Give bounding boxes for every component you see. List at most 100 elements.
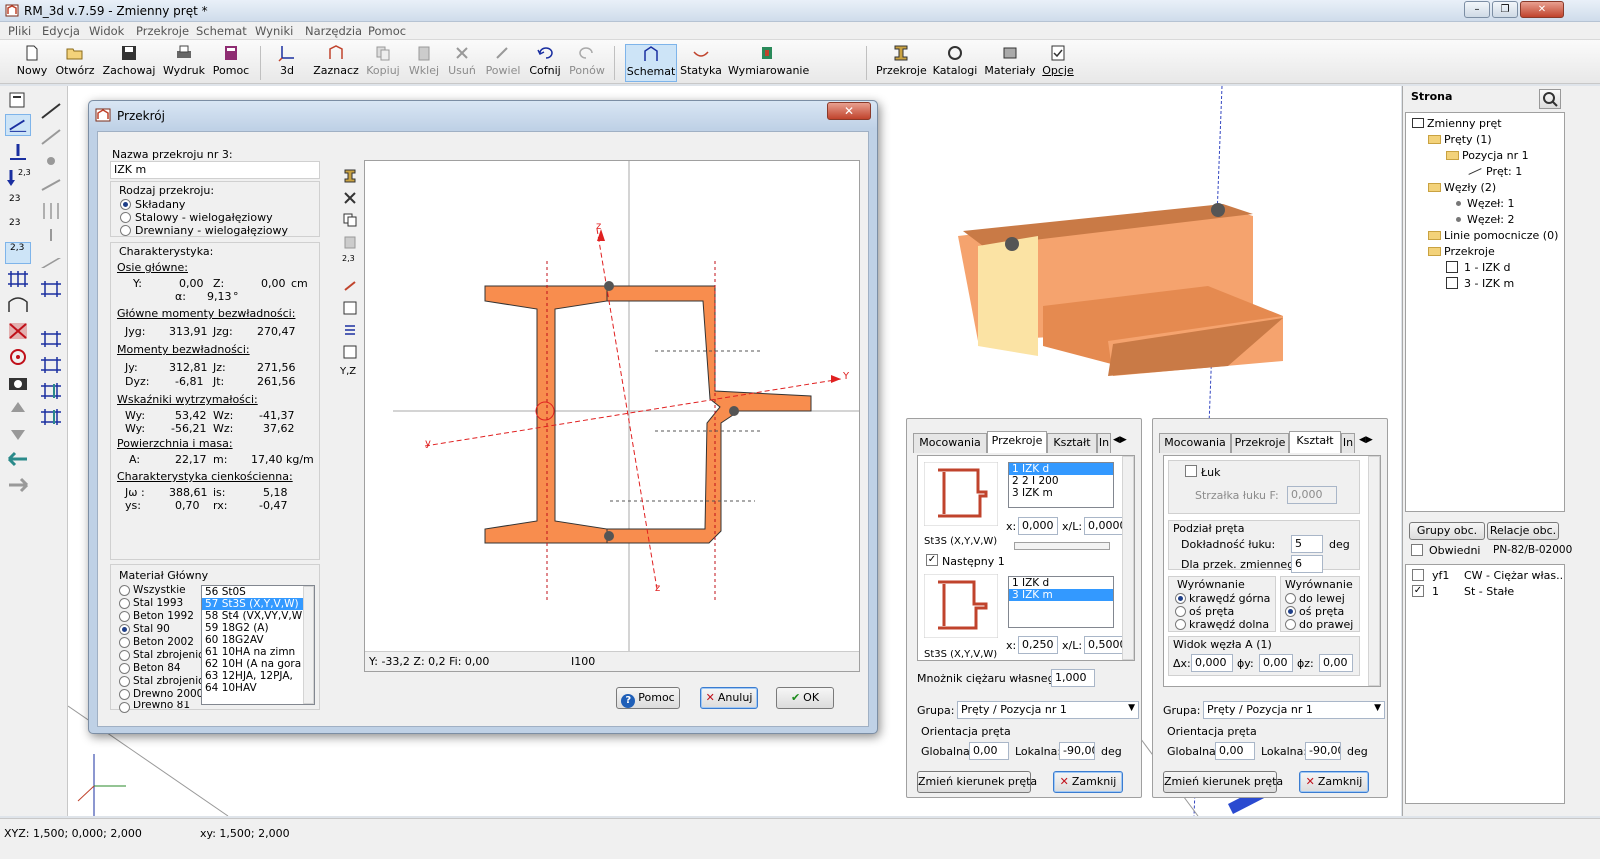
menu-przekroje[interactable]: Przekroje bbox=[136, 24, 189, 38]
section-start-item[interactable]: 3 IZK m bbox=[1009, 487, 1113, 499]
load4-icon[interactable]: 2,3 bbox=[5, 242, 31, 264]
cancel-button[interactable]: ✕ Anuluj bbox=[700, 687, 758, 709]
global-input[interactable]: 0,00 bbox=[1215, 742, 1255, 760]
tree-root[interactable]: Zmienny pręt bbox=[1412, 117, 1502, 130]
tab-scroll-arrows[interactable]: ◀▶ bbox=[1359, 435, 1373, 445]
tab-przekroje[interactable]: Przekroje bbox=[987, 431, 1047, 453]
mat-radio-7[interactable] bbox=[119, 676, 130, 687]
global-input[interactable]: 0,00 bbox=[969, 742, 1009, 760]
dx-input[interactable]: 0,000 bbox=[1191, 654, 1233, 672]
tab-ksztalt[interactable]: Kształt bbox=[1047, 433, 1097, 453]
menu-pliki[interactable]: Pliki bbox=[8, 24, 31, 38]
paste-profile-icon[interactable] bbox=[342, 234, 358, 250]
weight-multiplier-input[interactable]: 1,000 bbox=[1051, 669, 1095, 687]
grid5-icon[interactable] bbox=[38, 406, 64, 428]
local-input[interactable]: -90,00 bbox=[1059, 742, 1095, 760]
project-tree[interactable]: Zmienny pręt Pręty (1) Pozycja nr 1 Pręt… bbox=[1405, 112, 1565, 512]
material-item-selected[interactable]: 57 St3S (X,Y,V,W) bbox=[202, 598, 314, 610]
tab-przekroje[interactable]: Przekroje bbox=[1231, 433, 1289, 453]
section-start-item[interactable]: 2 2 I 200 bbox=[1009, 475, 1113, 487]
line-icon[interactable] bbox=[38, 100, 64, 122]
new-button[interactable]: Nowy bbox=[14, 44, 50, 82]
radio-drewniany[interactable] bbox=[120, 225, 131, 236]
variable-section-input[interactable]: 6 bbox=[1291, 555, 1323, 573]
katalogi-button[interactable]: Katalogi bbox=[932, 44, 978, 82]
delete-support-icon[interactable] bbox=[5, 320, 31, 342]
material-item[interactable]: 63 12HJA, 12PJA, bbox=[202, 670, 314, 682]
panel1-scrollbar[interactable] bbox=[1122, 456, 1134, 660]
load-cases-list[interactable]: yf1 CW - Ciężar włas... ✓ 1 St - Stałe bbox=[1405, 564, 1565, 804]
panel2-scrollbar[interactable] bbox=[1368, 456, 1380, 686]
materialy-button[interactable]: Materiały bbox=[984, 44, 1036, 82]
group-select[interactable]: Pręty / Pozycja nr 1 ▼ bbox=[957, 701, 1139, 719]
tree-node-izk-d[interactable]: 1 - IZK d bbox=[1446, 261, 1510, 274]
tree-node-linie[interactable]: Linie pomocnicze (0) bbox=[1428, 229, 1558, 242]
close-panel2-button[interactable]: ✕ Zamknij bbox=[1299, 771, 1369, 793]
menu-widok[interactable]: Widok bbox=[89, 24, 124, 38]
mat-radio-0[interactable] bbox=[119, 585, 130, 596]
section-end-item[interactable]: 1 IZK d bbox=[1009, 577, 1113, 589]
section-start-item[interactable]: 1 IZK d bbox=[1009, 463, 1113, 475]
menu-schemat[interactable]: Schemat bbox=[196, 24, 247, 38]
paste-button[interactable]: Wklej bbox=[406, 44, 442, 82]
material-item[interactable]: 61 10HA na zimn bbox=[202, 646, 314, 658]
help-button[interactable]: Pomoc bbox=[212, 44, 250, 82]
mat-radio-3[interactable] bbox=[119, 624, 130, 635]
align-top-radio[interactable] bbox=[1175, 593, 1186, 604]
x2-input[interactable]: 0,250 bbox=[1018, 636, 1058, 654]
duplicate-button[interactable]: Powiel bbox=[484, 44, 522, 82]
menu-narzedzia[interactable]: Narzędzia bbox=[305, 24, 362, 38]
mat-radio-8[interactable] bbox=[119, 689, 130, 700]
group-select[interactable]: Pręty / Pozycja nr 1 ▼ bbox=[1203, 701, 1385, 719]
material-item[interactable]: 59 18G2 (A) bbox=[202, 622, 314, 634]
help-dialog-button[interactable]: ? Pomoc bbox=[616, 687, 680, 709]
fz-input[interactable]: 0,00 bbox=[1319, 654, 1353, 672]
envelope-checkbox[interactable] bbox=[1411, 544, 1423, 556]
close-window-button[interactable]: ✕ bbox=[1520, 1, 1564, 18]
menu-edycja[interactable]: Edycja bbox=[42, 24, 80, 38]
xl1-input[interactable]: 0,0000 bbox=[1084, 517, 1126, 535]
grid4-icon[interactable] bbox=[38, 380, 64, 402]
tab-scroll-arrows[interactable]: ◀▶ bbox=[1113, 435, 1127, 445]
report-icon[interactable] bbox=[342, 344, 358, 360]
arc-checkbox[interactable] bbox=[1185, 465, 1197, 477]
tree-node-pozycja[interactable]: Pozycja nr 1 bbox=[1446, 149, 1529, 162]
radio-stalowy[interactable] bbox=[120, 212, 131, 223]
grid2-icon[interactable] bbox=[38, 328, 64, 350]
mat-radio-4[interactable] bbox=[119, 637, 130, 648]
search-button[interactable] bbox=[1539, 89, 1561, 109]
section-end-list[interactable]: 1 IZK d 3 IZK m bbox=[1008, 576, 1114, 628]
properties-profile-icon[interactable] bbox=[342, 300, 358, 316]
align-left-radio[interactable] bbox=[1285, 593, 1296, 604]
select-button[interactable]: Zaznacz bbox=[312, 44, 360, 82]
xl2-input[interactable]: 0,5000 bbox=[1084, 636, 1126, 654]
position-slider[interactable] bbox=[1014, 542, 1110, 550]
tab-ksztalt[interactable]: Kształt bbox=[1289, 431, 1341, 453]
arrow-down-icon[interactable] bbox=[5, 422, 31, 444]
line2-icon[interactable] bbox=[38, 126, 64, 148]
redo-button[interactable]: Ponów bbox=[568, 44, 606, 82]
tree-node-prety[interactable]: Pręty (1) bbox=[1428, 133, 1492, 146]
tree-node-przekroje[interactable]: Przekroje bbox=[1428, 245, 1495, 258]
local-input[interactable]: -90,00 bbox=[1305, 742, 1341, 760]
tree-node-wezel2[interactable]: Węzeł: 2 bbox=[1456, 213, 1515, 226]
section-name-input[interactable]: IZK m bbox=[110, 161, 320, 179]
plane-icon[interactable] bbox=[38, 252, 64, 274]
align-bottom-radio[interactable] bbox=[1175, 619, 1186, 630]
ok-button[interactable]: ✔ OK bbox=[776, 687, 834, 709]
camera-icon[interactable] bbox=[5, 372, 31, 394]
arrow-left-icon[interactable] bbox=[5, 448, 31, 470]
section-end-item[interactable]: 3 IZK m bbox=[1009, 589, 1113, 601]
material-item[interactable]: 62 10H (A na gora bbox=[202, 658, 314, 670]
radio-skladany[interactable] bbox=[120, 199, 131, 210]
delete-profile-icon[interactable] bbox=[342, 190, 358, 206]
tree-node-izk-m[interactable]: 3 - IZK m bbox=[1446, 277, 1514, 290]
tab-mocowania[interactable]: Mocowania bbox=[1159, 433, 1231, 453]
tab-in[interactable]: In bbox=[1341, 433, 1355, 453]
material-scrollbar[interactable] bbox=[303, 586, 314, 704]
arrow-up-icon[interactable] bbox=[5, 398, 31, 420]
section-drawing[interactable]: z y Y z Y: -33,2 Z: 0,2 Fi: 0,00 I100 bbox=[364, 160, 860, 672]
target-icon[interactable] bbox=[5, 346, 31, 368]
tree-node-wezel1[interactable]: Węzeł: 1 bbox=[1456, 197, 1515, 210]
next-checkbox[interactable]: ✓ bbox=[926, 554, 938, 566]
